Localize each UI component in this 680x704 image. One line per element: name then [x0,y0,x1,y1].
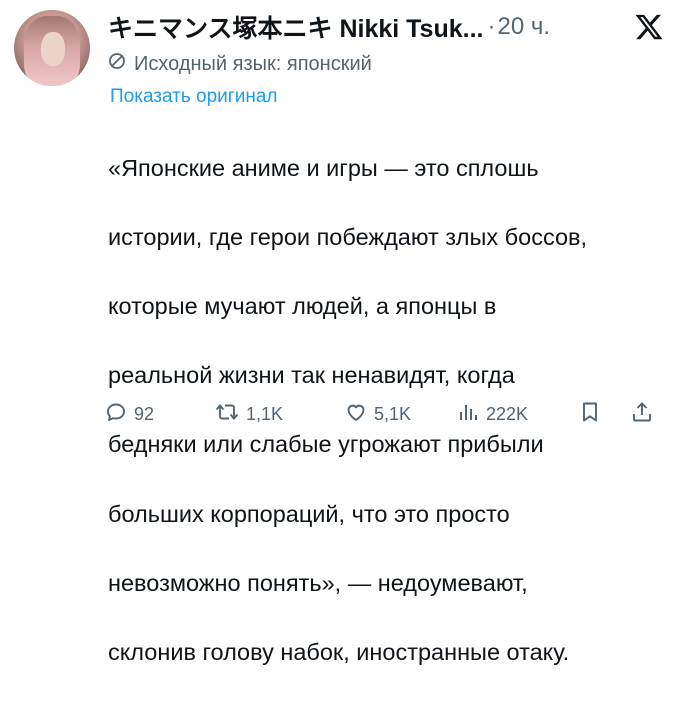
tweet-header: キニマンス塚本ニキ Nikki Tsuk... · 20 ч. [108,10,680,44]
tweet-text-line: «Японские аниме и игры — это сплошь [108,154,539,181]
like-count: 5,1K [374,403,412,424]
bookmark-icon [578,400,608,429]
reply-count: 92 [134,403,155,424]
tweet-text-line: бедняки или слабые угрожают прибыли [108,431,544,458]
reply-button[interactable]: 92 [104,396,154,432]
repost-button[interactable]: 1,1K [214,396,283,432]
repost-icon [214,400,246,429]
translation-info: Исходный язык: японский [108,52,372,76]
like-button[interactable]: 5,1K [344,396,411,432]
translate-icon [108,52,134,76]
avatar-face [41,32,65,66]
share-icon [630,400,660,429]
source-language-label: Исходный язык: японский [134,52,372,75]
tweet-text-line: реальной жизни так ненавидят, когда [108,362,515,389]
views-count: 222K [486,403,529,424]
show-original-link[interactable]: Показать оригинал [110,86,277,108]
tweet-text-line: больших корпораций, что это просто [108,500,510,527]
heart-icon [344,400,374,429]
views-chart-icon [456,400,486,429]
tweet-timestamp[interactable]: 20 ч. [497,13,550,41]
views-button[interactable]: 222K [456,396,528,432]
share-button[interactable] [630,396,660,432]
tweet-text-line: которые мучают людей, а японцы в [108,292,497,319]
bookmark-button[interactable] [578,396,608,432]
header-separator: · [487,13,496,40]
x-logo-icon[interactable] [634,12,664,42]
author-display-name[interactable]: キニマンス塚本ニキ Nikki Tsuk... [108,9,483,45]
repost-count: 1,1K [246,403,284,424]
reply-icon [104,400,134,429]
tweet-text-line: невозможно понять», — недоумевают, [108,569,528,596]
avatar[interactable] [14,10,90,86]
tweet-actions-bar: 92 1,1K 5,1K 222K [104,396,670,432]
tweet-text-line: склонив голову набок, иностранные отаку. [108,638,570,665]
tweet-text-line: истории, где герои побеждают злых боссов… [108,223,588,250]
